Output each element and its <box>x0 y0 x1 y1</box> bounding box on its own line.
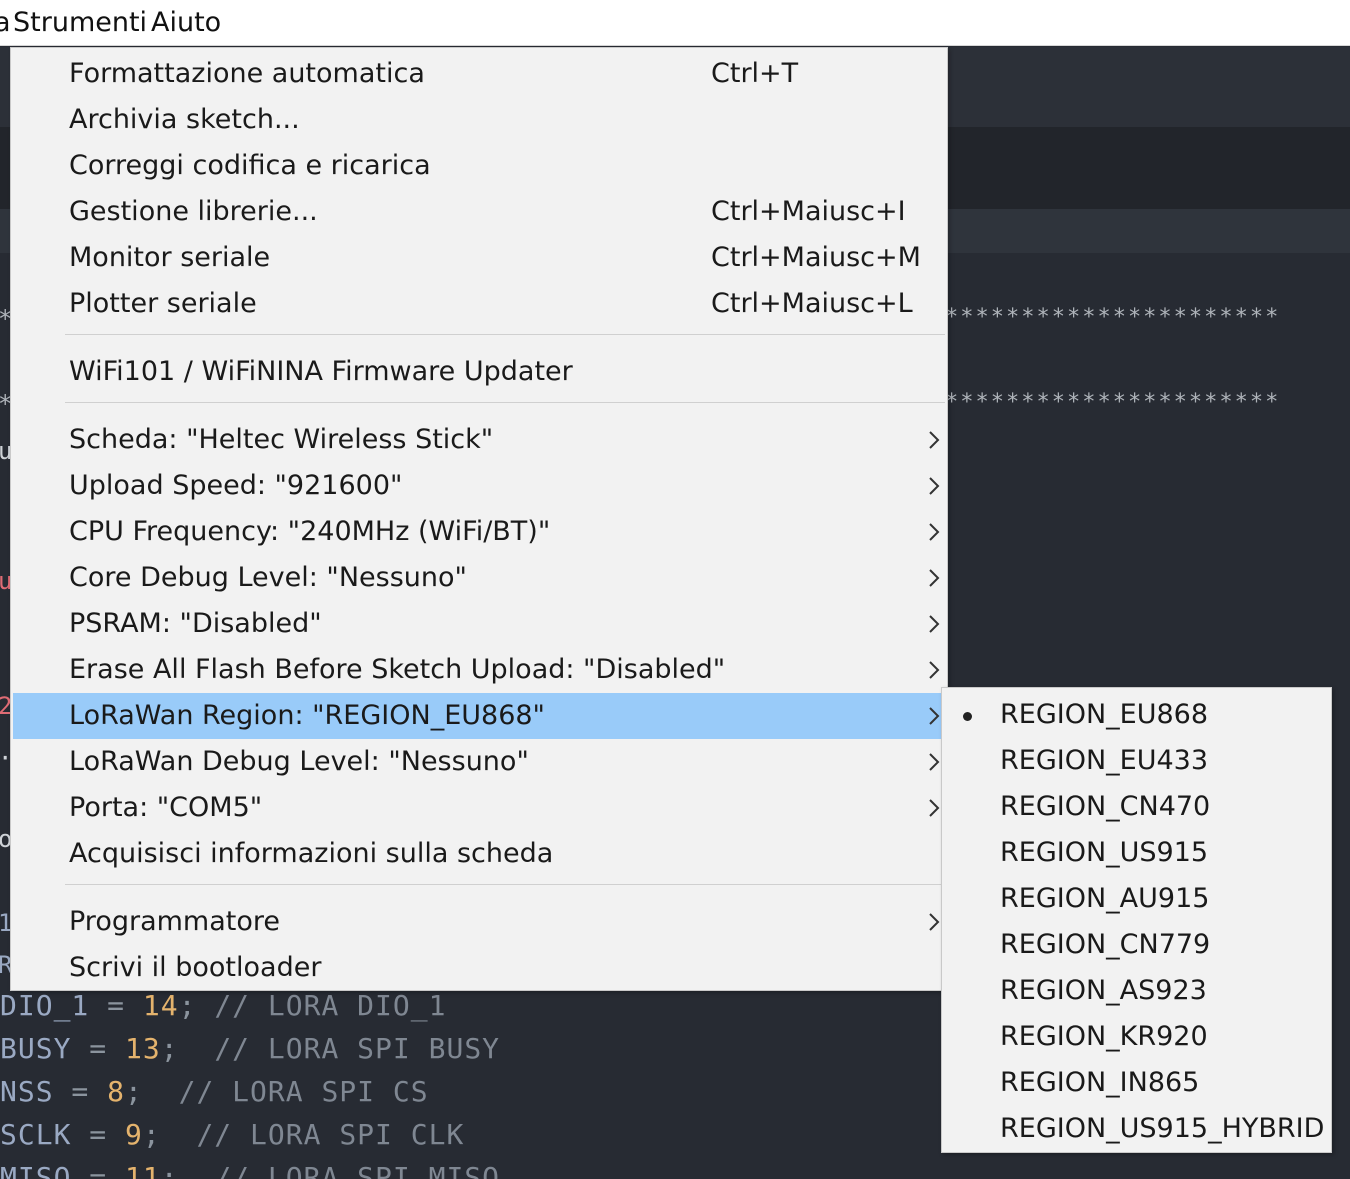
code-line: DIO_1 = 14; // LORA DIO_1 <box>0 989 447 1022</box>
menu-item-port[interactable]: Porta: "COM5" <box>13 785 945 831</box>
submenu-item-region-cn779[interactable]: REGION_CN779 <box>942 922 1331 968</box>
menu-item-programmer[interactable]: Programmatore <box>13 899 945 945</box>
menu-item-firmware-updater[interactable]: WiFi101 / WiFiNINA Firmware Updater <box>13 349 945 395</box>
menubar-item-strumenti[interactable]: Strumenti <box>13 6 147 40</box>
submenu-item-region-eu868[interactable]: REGION_EU868 <box>942 692 1331 738</box>
menu-bar: a Strumenti Aiuto <box>0 0 1350 46</box>
menu-separator <box>65 884 945 885</box>
menu-item-auto-format[interactable]: Formattazione automatica Ctrl+T <box>13 51 945 97</box>
menu-item-upload-speed[interactable]: Upload Speed: "921600" <box>13 463 945 509</box>
comment-stars-top: ********************** <box>945 305 1281 330</box>
submenu-item-region-kr920[interactable]: REGION_KR920 <box>942 1014 1331 1060</box>
menu-item-board-info[interactable]: Acquisisci informazioni sulla scheda <box>13 831 945 877</box>
shortcut-label: Ctrl+Maiusc+M <box>711 242 921 273</box>
menu-item-lorawan-region[interactable]: LoRaWan Region: "REGION_EU868" <box>13 693 945 739</box>
submenu-item-region-us915[interactable]: REGION_US915 <box>942 830 1331 876</box>
shortcut-label: Ctrl+Maiusc+L <box>711 288 913 319</box>
chevron-right-icon <box>929 707 940 725</box>
menubar-item-partial[interactable]: a <box>0 6 11 40</box>
menu-item-serial-plotter[interactable]: Plotter seriale Ctrl+Maiusc+L <box>13 281 945 327</box>
menu-separator <box>65 334 945 335</box>
menu-item-fix-encoding[interactable]: Correggi codifica e ricarica <box>13 143 945 189</box>
menu-item-cpu-frequency[interactable]: CPU Frequency: "240MHz (WiFi/BT)" <box>13 509 945 555</box>
lorawan-region-submenu: REGION_EU868 REGION_EU433 REGION_CN470 R… <box>941 687 1332 1153</box>
chevron-right-icon <box>929 661 940 679</box>
submenu-item-region-cn470[interactable]: REGION_CN470 <box>942 784 1331 830</box>
shortcut-label: Ctrl+Maiusc+I <box>711 196 906 227</box>
menu-item-serial-monitor[interactable]: Monitor seriale Ctrl+Maiusc+M <box>13 235 945 281</box>
code-line: NSS = 8; // LORA SPI CS <box>0 1075 429 1108</box>
submenu-item-region-eu433[interactable]: REGION_EU433 <box>942 738 1331 784</box>
code-line: SCLK = 9; // LORA SPI CLK <box>0 1118 465 1151</box>
chevron-right-icon <box>929 753 940 771</box>
chevron-right-icon <box>929 913 940 931</box>
menu-item-burn-bootloader[interactable]: Scrivi il bootloader <box>13 945 945 991</box>
menubar-item-aiuto[interactable]: Aiuto <box>151 6 221 40</box>
submenu-item-region-us915-hybrid[interactable]: REGION_US915_HYBRID <box>942 1106 1331 1152</box>
menu-item-archive-sketch[interactable]: Archivia sketch... <box>13 97 945 143</box>
tools-menu: Formattazione automatica Ctrl+T Archivia… <box>10 47 948 991</box>
chevron-right-icon <box>929 477 940 495</box>
submenu-item-region-au915[interactable]: REGION_AU915 <box>942 876 1331 922</box>
submenu-item-region-in865[interactable]: REGION_IN865 <box>942 1060 1331 1106</box>
chevron-right-icon <box>929 523 940 541</box>
chevron-right-icon <box>929 431 940 449</box>
chevron-right-icon <box>929 799 940 817</box>
shortcut-label: Ctrl+T <box>711 58 799 89</box>
comment-stars-bottom: ********************** <box>945 390 1281 415</box>
menu-item-lorawan-debug-level[interactable]: LoRaWan Debug Level: "Nessuno" <box>13 739 945 785</box>
menu-item-erase-flash[interactable]: Erase All Flash Before Sketch Upload: "D… <box>13 647 945 693</box>
menu-item-core-debug-level[interactable]: Core Debug Level: "Nessuno" <box>13 555 945 601</box>
menu-item-manage-libraries[interactable]: Gestione librerie... Ctrl+Maiusc+I <box>13 189 945 235</box>
bullet-icon <box>963 712 972 721</box>
menu-separator <box>65 402 945 403</box>
menu-item-board[interactable]: Scheda: "Heltec Wireless Stick" <box>13 417 945 463</box>
code-line: BUSY = 13; // LORA SPI BUSY <box>0 1032 501 1065</box>
chevron-right-icon <box>929 615 940 633</box>
chevron-right-icon <box>929 569 940 587</box>
submenu-item-region-as923[interactable]: REGION_AS923 <box>942 968 1331 1014</box>
menu-item-psram[interactable]: PSRAM: "Disabled" <box>13 601 945 647</box>
code-line: MISO = 11; // LORA SPI MISO <box>0 1161 501 1179</box>
